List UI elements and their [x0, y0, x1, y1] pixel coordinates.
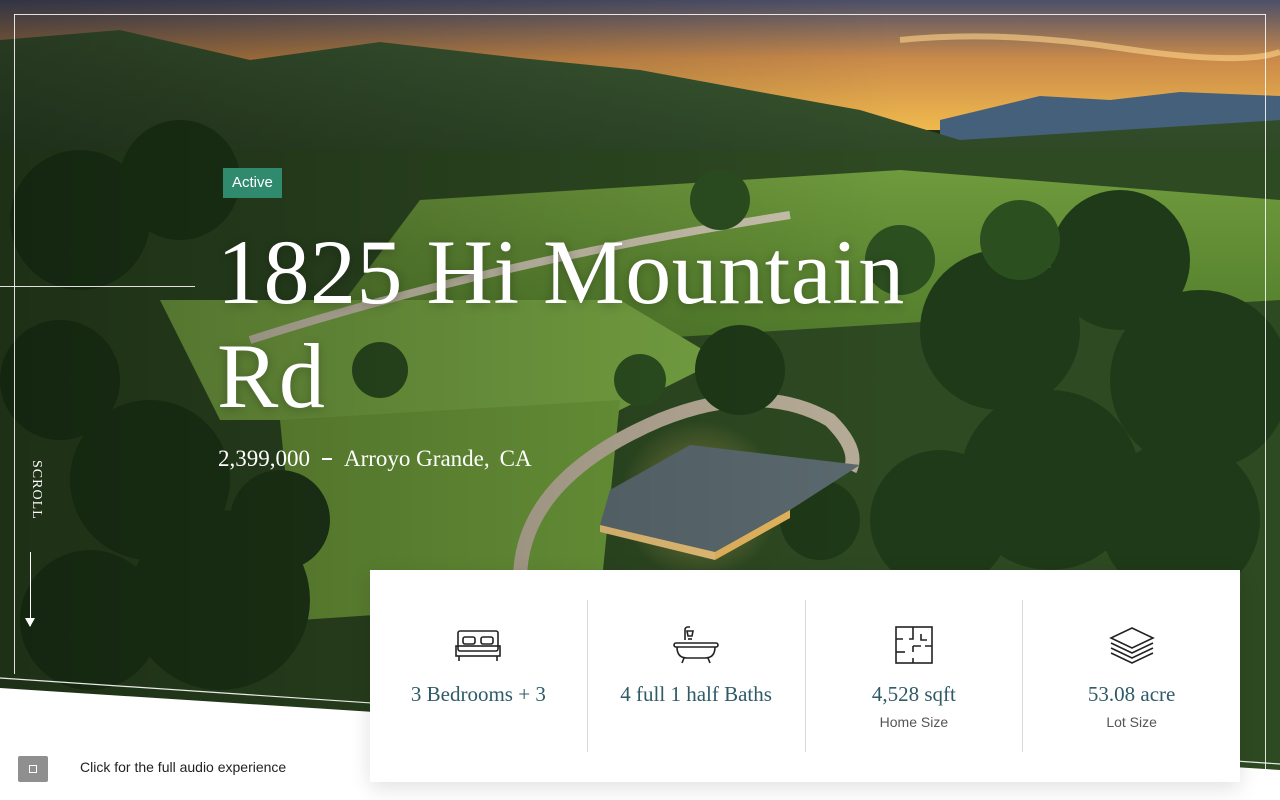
- audio-experience-text[interactable]: Click for the full audio experience: [80, 759, 286, 775]
- property-stats-card: 3 Bedrooms + 3 4 full 1 half Baths 4,528…: [370, 570, 1240, 782]
- stat-label: Home Size: [879, 714, 949, 730]
- stat-home-size: 4,528 sqft Home Size: [806, 600, 1024, 752]
- bed-icon: [455, 620, 502, 670]
- scroll-indicator-line: [30, 552, 31, 626]
- listing-subline: 2,399,000 Arroyo Grande, CA: [218, 446, 532, 472]
- frame-line-right: [1265, 14, 1266, 774]
- floorplan-icon: [895, 620, 933, 670]
- listing-state: CA: [499, 446, 532, 471]
- stat-value: 53.08 acre: [1087, 682, 1176, 706]
- bathtub-icon: [673, 620, 719, 670]
- stat-label: Lot Size: [1106, 714, 1157, 730]
- arrow-down-icon: [25, 618, 35, 627]
- stat-value: 4,528 sqft: [871, 682, 956, 706]
- stat-baths: 4 full 1 half Baths: [588, 600, 806, 752]
- listing-price: 2,399,000: [218, 446, 310, 471]
- frame-line-accent: [0, 286, 195, 287]
- scroll-indicator-label[interactable]: SCROLL: [18, 460, 44, 530]
- separator-dash: [322, 458, 332, 460]
- stat-lot-size: 53.08 acre Lot Size: [1023, 600, 1240, 752]
- stat-value: 3 Bedrooms + 3: [410, 682, 546, 706]
- listing-address-title: 1825 Hi Mountain Rd: [217, 221, 905, 427]
- status-badge: Active: [223, 168, 282, 198]
- listing-city: Arroyo Grande,: [344, 446, 490, 471]
- speaker-icon: [29, 765, 37, 773]
- layers-icon: [1108, 620, 1155, 670]
- stat-bedrooms: 3 Bedrooms + 3: [370, 600, 588, 752]
- audio-toggle-button[interactable]: [18, 756, 48, 782]
- frame-line-left: [14, 14, 15, 674]
- stat-value: 4 full 1 half Baths: [620, 682, 772, 706]
- frame-line-top: [14, 14, 1266, 15]
